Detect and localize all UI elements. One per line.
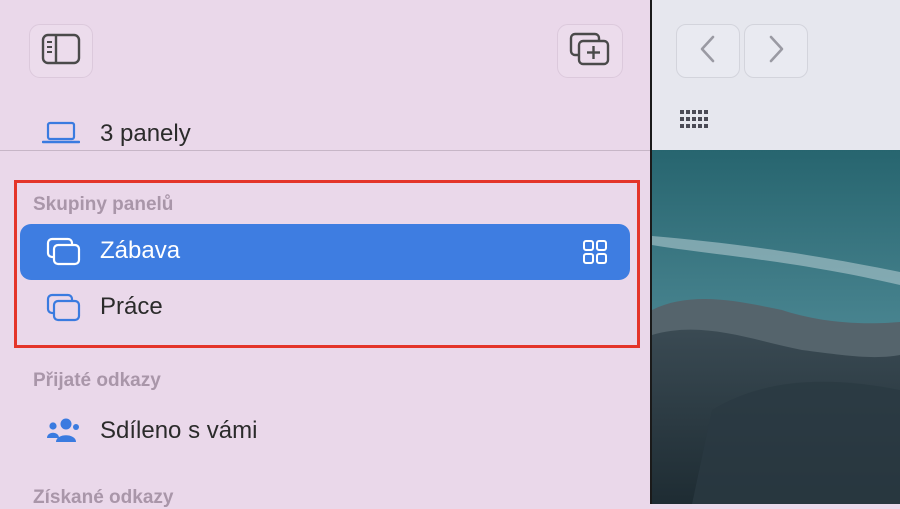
divider (0, 150, 650, 151)
browser-area (652, 0, 900, 504)
grid-overview-icon[interactable] (582, 239, 608, 270)
tab-group-icon (46, 293, 82, 328)
shared-people-icon (46, 417, 80, 448)
back-button[interactable] (676, 24, 740, 78)
new-tab-group-button[interactable] (557, 24, 623, 78)
browser-toolbar (652, 0, 900, 150)
sidebar: 3 panely Skupiny panelů Zábava Práce Při… (0, 0, 650, 508)
tab-group-label: Práce (100, 293, 163, 320)
forward-button[interactable] (744, 24, 808, 78)
sidebar-toggle-button[interactable] (29, 24, 93, 78)
device-tabs-label: 3 panely (100, 120, 191, 147)
chevron-left-icon (698, 34, 718, 69)
device-tabs-row[interactable]: 3 panely (0, 110, 650, 154)
page-content-image (652, 150, 900, 504)
new-tab-group-icon (568, 31, 612, 72)
chevron-right-icon (766, 34, 786, 69)
tab-group-item-zabava[interactable]: Zábava (20, 224, 630, 280)
obtained-links-heading: Získané odkazy (33, 487, 174, 508)
dots-grid-icon[interactable] (680, 108, 708, 135)
shared-with-you-item[interactable]: Sdíleno s vámi (0, 405, 650, 455)
sidebar-icon (41, 33, 81, 70)
received-links-heading: Přijaté odkazy (33, 370, 161, 391)
shared-with-you-label: Sdíleno s vámi (100, 417, 258, 444)
tab-group-label: Zábava (100, 237, 181, 264)
laptop-icon (41, 118, 81, 153)
tab-group-item-prace[interactable]: Práce (20, 280, 630, 336)
tab-group-icon (46, 237, 82, 272)
